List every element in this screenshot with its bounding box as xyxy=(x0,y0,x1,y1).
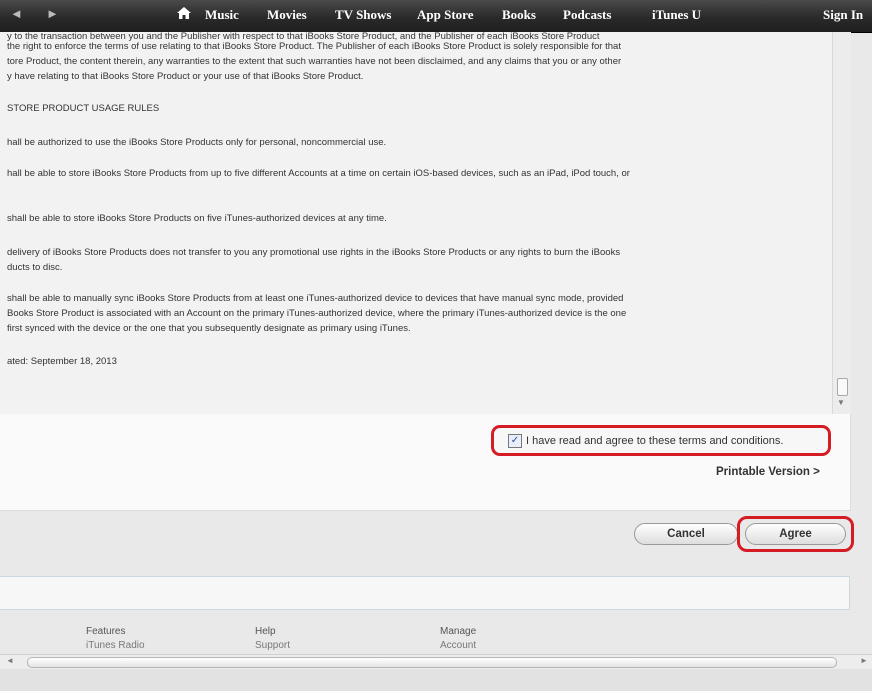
back-arrow-icon[interactable]: ◄ xyxy=(10,6,23,21)
footer-manage: Manage Account xyxy=(440,626,476,651)
terms-vertical-scrollbar[interactable]: ▼ xyxy=(832,32,851,414)
scrollbar-thumb[interactable] xyxy=(837,378,848,396)
terms-line: y have relating to that iBooks Store Pro… xyxy=(7,71,364,82)
scroll-down-arrow-icon[interactable]: ▼ xyxy=(837,398,845,407)
footer-help: Help Support xyxy=(255,626,290,651)
bottom-strip xyxy=(0,669,872,691)
forward-arrow-icon[interactable]: ► xyxy=(46,6,59,21)
terms-line: hall be able to store iBooks Store Produ… xyxy=(7,168,630,179)
nav-movies[interactable]: Movies xyxy=(267,7,307,23)
terms-line: shall be able to store iBooks Store Prod… xyxy=(7,213,387,224)
horizontal-scrollbar-thumb[interactable] xyxy=(27,657,837,668)
nav-app-store[interactable]: App Store xyxy=(417,7,473,23)
terms-text-panel: y to the transaction between you and the… xyxy=(0,32,832,414)
footer-heading: Features xyxy=(86,626,126,637)
nav-tv-shows[interactable]: TV Shows xyxy=(335,7,391,23)
footer-link-itunes-radio[interactable]: iTunes Radio xyxy=(86,640,145,651)
terms-line: hall be authorized to use the iBooks Sto… xyxy=(7,137,387,148)
terms-line: shall be able to manually sync iBooks St… xyxy=(7,293,624,304)
footer-heading: Manage xyxy=(440,626,477,637)
scroll-left-arrow-icon[interactable]: ◄ xyxy=(6,656,14,665)
agree-button[interactable]: Agree xyxy=(745,523,846,545)
agree-terms-checkbox[interactable]: ✓ xyxy=(508,433,522,448)
agree-terms-checkbox-row[interactable]: ✓ I have read and agree to these terms a… xyxy=(491,425,831,456)
nav-music[interactable]: Music xyxy=(205,7,239,23)
info-bar xyxy=(0,576,850,610)
footer-link-account[interactable]: Account xyxy=(440,640,476,651)
footer-heading: Help xyxy=(255,626,276,637)
sign-in-link[interactable]: Sign In xyxy=(823,7,863,23)
terms-line: first synced with the device or the one … xyxy=(7,323,411,334)
terms-updated-date: ated: September 18, 2013 xyxy=(7,356,117,367)
printable-version-link[interactable]: Printable Version > xyxy=(716,466,820,478)
terms-line: Books Store Product is associated with a… xyxy=(7,308,627,319)
agree-terms-label[interactable]: I have read and agree to these terms and… xyxy=(526,435,783,447)
nav-podcasts[interactable]: Podcasts xyxy=(563,7,611,23)
home-icon[interactable] xyxy=(177,6,191,22)
horizontal-scrollbar[interactable]: ◄ ► xyxy=(0,654,872,669)
footer-features: Features iTunes Radio xyxy=(86,626,145,651)
terms-line: ducts to disc. xyxy=(7,262,63,273)
cancel-button[interactable]: Cancel xyxy=(634,523,738,545)
top-nav-bar: ◄ ► Music Movies TV Shows App Store Book… xyxy=(0,0,872,33)
nav-itunes-u[interactable]: iTunes U xyxy=(652,7,701,23)
terms-line: delivery of iBooks Store Products does n… xyxy=(7,247,621,258)
terms-section-heading: STORE PRODUCT USAGE RULES xyxy=(7,103,160,114)
nav-books[interactable]: Books xyxy=(502,7,536,23)
footer-link-support[interactable]: Support xyxy=(255,640,290,651)
scroll-right-arrow-icon[interactable]: ► xyxy=(860,656,868,665)
terms-line: tore Product, the content therein, any w… xyxy=(7,56,622,67)
terms-line: the right to enforce the terms of use re… xyxy=(7,41,621,52)
